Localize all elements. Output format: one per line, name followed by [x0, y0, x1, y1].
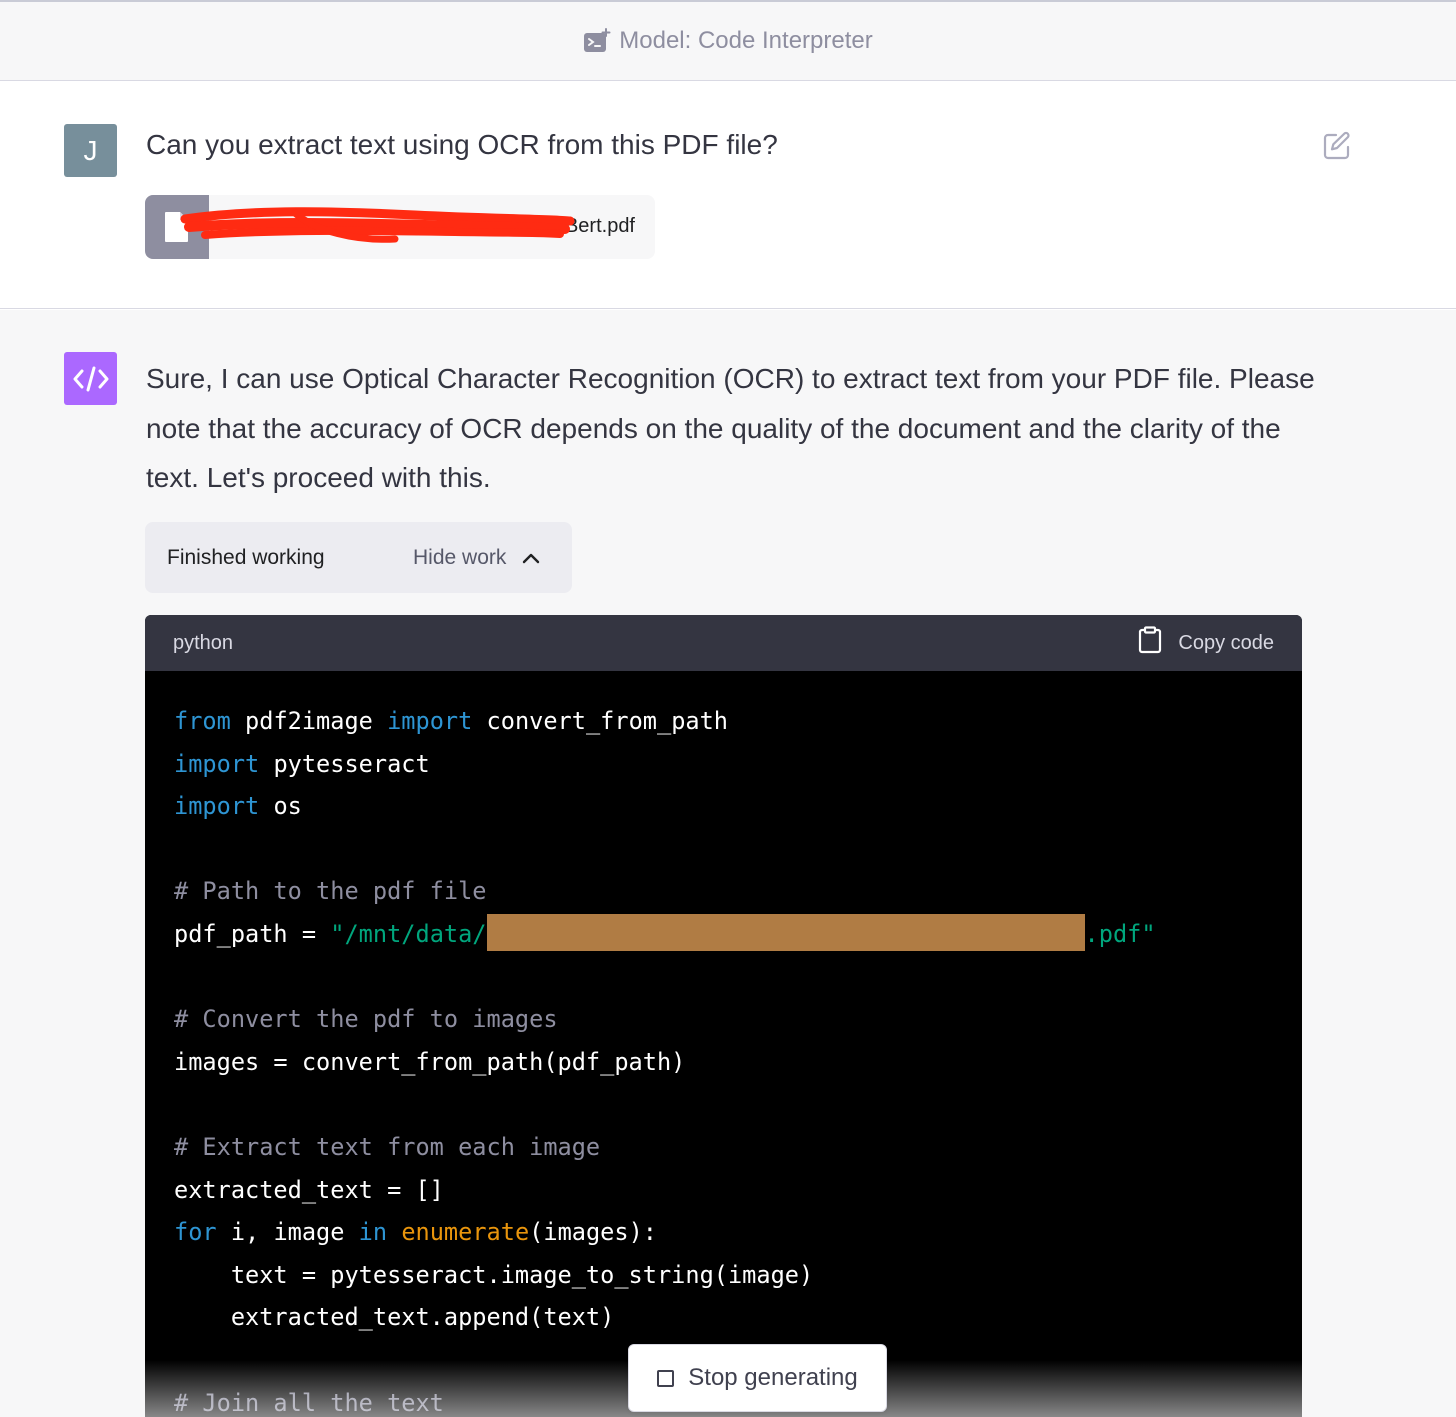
work-status-panel: Finished working Hide work [145, 522, 572, 593]
hide-work-label: Hide work [413, 546, 507, 569]
stop-icon [657, 1369, 675, 1387]
stop-generating-label: Stop generating [688, 1364, 858, 1391]
code-icon [64, 352, 117, 405]
user-message-text: Can you extract text using OCR from this… [146, 129, 778, 160]
code-line: extracted_text = [] [174, 1175, 444, 1204]
code-comment: # Extract text from each image [174, 1132, 601, 1161]
code-text: pdf_path = [174, 919, 331, 948]
code-text: i, image [216, 1218, 359, 1247]
code-text: os [259, 792, 302, 821]
code-keyword: import [387, 707, 473, 735]
code-builtin: enumerate [401, 1218, 530, 1247]
assistant-message-text: Sure, I can use Optical Character Recogn… [146, 363, 1315, 493]
code-line: images = convert_from_path(pdf_path) [174, 1047, 686, 1076]
code-text: pytesseract [259, 749, 430, 778]
model-bar: Model: Code Interpreter [0, 0, 1456, 81]
user-avatar: J [64, 124, 117, 177]
code-keyword: in [358, 1218, 388, 1247]
assistant-message: Sure, I can use Optical Character Recogn… [0, 310, 1456, 1417]
redaction-scribble [180, 207, 575, 243]
code-keyword: import [174, 792, 260, 821]
edit-icon[interactable] [1322, 131, 1352, 161]
stop-generating-button[interactable]: Stop generating [628, 1344, 887, 1412]
code-line: for i, image in enumerate(images): [174, 1211, 1302, 1254]
code-keyword: from [174, 707, 231, 735]
copy-code-label: Copy code [1178, 631, 1274, 654]
code-line: from pdf2image import convert_from_path [174, 700, 1302, 743]
code-header: python Copy code [145, 615, 1302, 671]
redaction-bar [486, 913, 1085, 951]
code-keyword: for [174, 1218, 217, 1247]
code-keyword: import [174, 749, 260, 778]
chat-page: Model: Code Interpreter J Can you extrac… [0, 0, 1456, 1417]
code-block: python Copy code from pdf2image import c… [145, 615, 1302, 1417]
chevron-up-icon [522, 546, 540, 570]
work-status: Finished working [167, 546, 325, 569]
code-body: from pdf2image import convert_from_path … [145, 671, 1302, 1417]
code-line: import os [174, 785, 1302, 828]
clipboard-icon [1138, 626, 1162, 660]
code-text: convert_from_path [472, 707, 729, 735]
user-avatar-initial: J [83, 134, 98, 166]
user-message: J Can you extract text using OCR from th… [0, 81, 1456, 309]
file-name: Bert.pdf [564, 215, 635, 237]
code-line: extracted_text.append(text) [174, 1303, 615, 1332]
code-string: .pdf" [1084, 919, 1156, 948]
code-comment: # Convert the pdf to images [174, 1005, 558, 1034]
code-line: import pytesseract [174, 743, 1302, 786]
code-text: (images): [529, 1218, 657, 1247]
copy-code-button[interactable]: Copy code [1138, 626, 1274, 660]
code-text: pdf2image [230, 707, 388, 735]
model-label: Model: Code Interpreter [619, 27, 873, 54]
code-line: pdf_path = "/mnt/data/ .pdf" [174, 913, 1302, 956]
hide-work-button[interactable]: Hide work [413, 536, 540, 580]
code-interpreter-icon [583, 28, 611, 54]
code-language: python [173, 631, 234, 654]
code-string: "/mnt/data/ [330, 919, 487, 948]
code-line: text = pytesseract.image_to_string(image… [174, 1260, 814, 1289]
code-comment: # Path to the pdf file [174, 877, 487, 906]
